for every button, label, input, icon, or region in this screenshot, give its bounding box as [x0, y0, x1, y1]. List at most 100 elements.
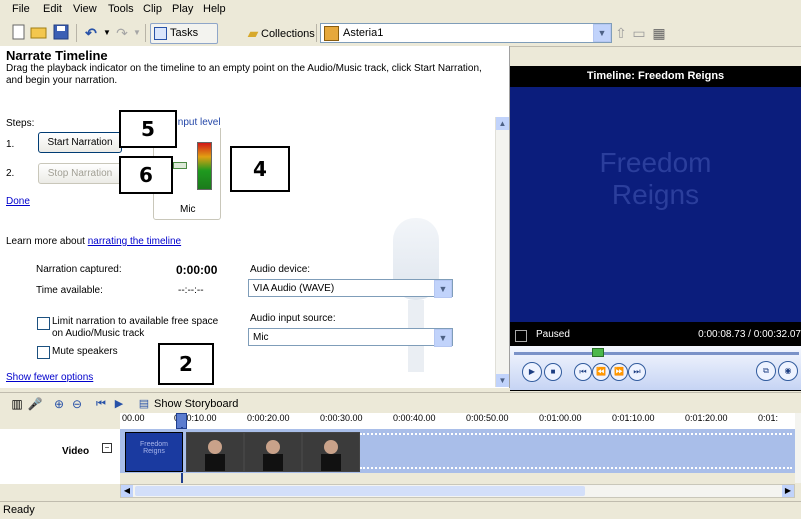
ruler-tick: 0:01:10.00 — [612, 413, 655, 423]
collection-select[interactable]: Asteria1 ▼ — [320, 23, 612, 43]
done-link[interactable]: Done — [6, 196, 30, 207]
title-clip[interactable]: Freedom Reigns — [125, 432, 183, 472]
narrate-timeline-icon[interactable]: 🎤 — [26, 395, 44, 413]
tasks-label: Tasks — [170, 27, 199, 39]
open-project-icon[interactable] — [30, 24, 48, 42]
audio-device-value: VIA Audio (WAVE) — [253, 283, 335, 294]
menu-tools[interactable]: Tools — [108, 3, 134, 15]
seek-bar[interactable] — [514, 352, 799, 355]
audio-input-source-value: Mic — [253, 332, 269, 343]
narration-captured-value: 0:00:00 — [176, 263, 218, 277]
stop-narration-button[interactable]: Stop Narration — [38, 163, 122, 184]
callout-6: 6 — [119, 156, 173, 194]
limit-narration-checkbox[interactable] — [37, 317, 50, 330]
scroll-left-icon[interactable]: ◀ — [121, 485, 133, 497]
zoom-out-icon[interactable]: ⊖ — [68, 395, 86, 413]
scroll-thumb[interactable] — [135, 486, 585, 496]
menu-clip[interactable]: Clip — [143, 3, 162, 15]
rewind-timeline-icon[interactable]: ⏮ — [92, 395, 110, 413]
chevron-down-icon[interactable]: ▼ — [434, 280, 452, 298]
narrating-timeline-link[interactable]: narrating the timeline — [88, 236, 181, 247]
video-clip[interactable] — [302, 432, 360, 472]
collections-icon: ▰ — [247, 25, 259, 41]
menu-edit[interactable]: Edit — [43, 3, 62, 15]
menu-help[interactable]: Help — [203, 3, 226, 15]
save-project-icon[interactable] — [52, 24, 70, 42]
chevron-down-icon[interactable]: ▼ — [434, 329, 452, 347]
learn-more-text: Learn more about narrating the timeline — [6, 236, 181, 247]
rewind-icon[interactable]: ⏪ — [592, 363, 610, 381]
limit-narration-label-line2: on Audio/Music track — [52, 328, 145, 339]
limit-narration-label-line1: Limit narration to available free space — [52, 316, 219, 327]
start-narration-button[interactable]: Start Narration — [38, 132, 122, 153]
ruler-tick: 0:01:20.00 — [685, 413, 728, 423]
tasks-button[interactable]: Tasks — [150, 23, 218, 44]
callout-2: 2 — [158, 343, 214, 385]
preview-title: Timeline: Freedom Reigns — [510, 66, 801, 86]
timeline-vscroll[interactable] — [795, 413, 801, 483]
mic-label: Mic — [180, 204, 196, 215]
scroll-right-icon[interactable]: ▶ — [782, 485, 794, 497]
ruler-tick: 00.00 — [122, 413, 145, 423]
scroll-down-icon[interactable]: ▼ — [496, 374, 509, 387]
collection-value: Asteria1 — [343, 27, 384, 39]
video-clip[interactable] — [186, 432, 244, 472]
new-project-icon[interactable] — [10, 24, 28, 42]
ruler-tick: 0:00:30.00 — [320, 413, 363, 423]
learn-more-prefix: Learn more about — [6, 236, 88, 247]
title-clip-line2: Reigns — [143, 448, 165, 455]
menu-file[interactable]: File — [12, 3, 30, 15]
status-text: Ready — [3, 504, 35, 516]
collections-button[interactable]: Collections — [261, 28, 315, 40]
track-dotted-line — [360, 433, 792, 437]
input-level-slider[interactable] — [173, 162, 187, 169]
video-track-label: Video — [62, 446, 90, 457]
timeline-toolbar: ▥ 🎤 ⊕ ⊖ ⏮ ▶ ▤ Show Storyboard — [0, 392, 801, 415]
track-labels: Video − — [0, 429, 120, 484]
toolbar-separator — [316, 24, 317, 42]
zoom-in-icon[interactable]: ⊕ — [50, 395, 68, 413]
play-icon[interactable]: ▶ — [522, 362, 542, 382]
redo-dropdown-icon[interactable]: ▼ — [128, 24, 146, 42]
split-clip-icon[interactable]: ⧉ — [756, 361, 776, 381]
limit-narration-label: Limit narration to available free space o… — [52, 316, 218, 340]
next-frame-icon[interactable]: ⏭ — [628, 363, 646, 381]
stop-icon[interactable]: ■ — [544, 363, 562, 381]
chevron-down-icon[interactable]: ▼ — [593, 24, 611, 42]
input-level-meter — [197, 142, 212, 190]
show-fewer-options-link[interactable]: Show fewer options — [6, 372, 93, 383]
previous-frame-icon[interactable]: ⏮ — [574, 363, 592, 381]
video-clip[interactable] — [244, 432, 302, 472]
forward-icon[interactable]: ⏩ — [610, 363, 628, 381]
track-dotted-line — [360, 467, 792, 471]
step-1-number: 1. — [6, 139, 15, 150]
take-picture-icon[interactable]: ◉ — [778, 361, 798, 381]
toolbar-separator — [76, 24, 77, 42]
timeline-hscroll[interactable]: ◀ ▶ — [120, 484, 795, 498]
tasks-icon — [154, 26, 167, 40]
new-folder-icon[interactable]: ▭ — [630, 24, 648, 42]
toolbar-separator — [145, 24, 146, 42]
set-audio-levels-icon[interactable]: ▥ — [8, 395, 26, 413]
fullscreen-icon[interactable] — [515, 330, 527, 342]
audio-input-source-select[interactable]: Mic ▼ — [248, 328, 453, 347]
timeline-ruler[interactable]: 00.00 0:00:10.00 0:00:20.00 0:00:30.00 0… — [120, 413, 795, 430]
up-folder-icon[interactable]: ⇧ — [612, 24, 630, 42]
mute-speakers-checkbox[interactable] — [37, 346, 50, 359]
pane-scrollbar[interactable]: ▲ ▼ — [495, 117, 509, 387]
status-bar: Ready — [0, 501, 801, 519]
narration-captured-label: Narration captured: — [36, 264, 122, 275]
audio-device-select[interactable]: VIA Audio (WAVE) ▼ — [248, 279, 453, 298]
storyboard-icon: ▤ — [138, 398, 150, 410]
play-timeline-icon[interactable]: ▶ — [110, 395, 128, 413]
scroll-up-icon[interactable]: ▲ — [496, 117, 509, 130]
seek-handle[interactable] — [592, 348, 604, 357]
ruler-tick: 0:00:50.00 — [466, 413, 509, 423]
time-available-value: --:--:-- — [178, 285, 204, 296]
menu-play[interactable]: Play — [172, 3, 193, 15]
collapse-track-icon[interactable]: − — [102, 443, 112, 453]
views-icon[interactable]: ▦ — [650, 24, 668, 42]
menu-view[interactable]: View — [73, 3, 97, 15]
show-storyboard-button[interactable]: Show Storyboard — [154, 398, 238, 410]
pane-title: Narrate Timeline — [6, 48, 108, 63]
